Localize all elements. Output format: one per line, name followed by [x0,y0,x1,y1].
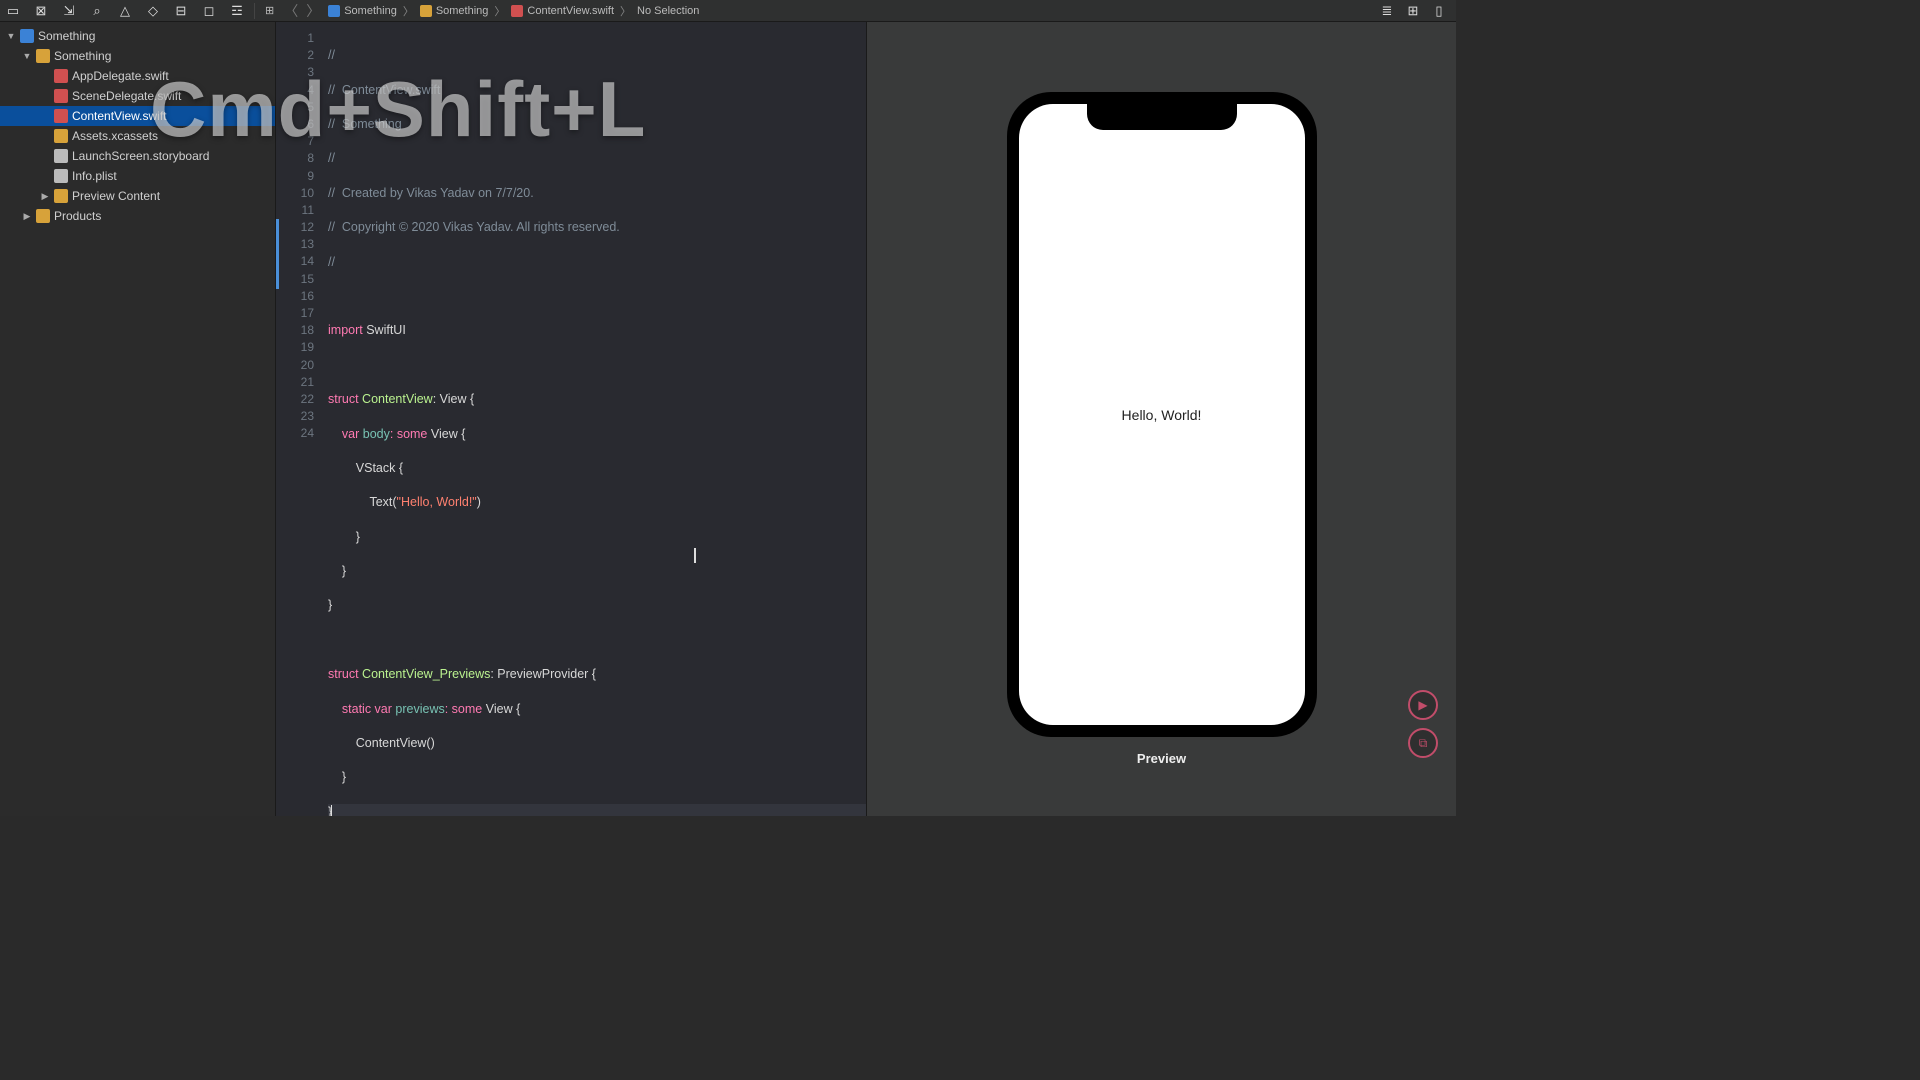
folder-icon [420,5,432,17]
nav-icon-2[interactable]: ⊠ [34,4,48,18]
storyboard-icon [54,149,68,163]
code-editor[interactable]: 123456789101112131415161718192021222324 … [276,22,866,816]
inspectors-toggle-icon[interactable]: ▯ [1432,4,1446,18]
sidebar-file[interactable]: LaunchScreen.storyboard [0,146,275,166]
device-frame: Hello, World! [1007,92,1317,737]
navigator-selector: ▭ ⊠ ⇲ ⌕ △ ◇ ⊟ ◻ ☲ [4,4,250,18]
swift-file-icon [54,109,68,123]
folder-icon [36,209,50,223]
nav-icon-3[interactable]: ⇲ [62,4,76,18]
breadcrumb-project[interactable]: Something [328,5,397,17]
duplicate-preview-button[interactable]: ⧉ [1408,728,1438,758]
project-root[interactable]: ▼ Something [0,26,275,46]
issues-icon[interactable]: △ [118,4,132,18]
sidebar-item-label: ContentView.swift [72,109,167,123]
breadcrumb-seg-0: Something [344,5,397,17]
sidebar-item-label: Assets.xcassets [72,129,158,143]
reports-icon[interactable]: ☲ [230,4,244,18]
preview-label: Preview [1137,751,1186,766]
project-icon [20,29,34,43]
preview-canvas[interactable]: Hello, World! Preview ▶ ⧉ [866,22,1456,816]
breadcrumb-seg-2: ContentView.swift [527,5,614,17]
sidebar-file[interactable]: Assets.xcassets [0,126,275,146]
related-items-icon[interactable]: ⊞ [259,4,280,17]
sidebar-folder[interactable]: ▶ Preview Content [0,186,275,206]
preview-text: Hello, World! [1122,407,1202,423]
breadcrumb: Something 〉 Something 〉 ContentView.swif… [324,3,699,19]
disclosure-triangle-icon[interactable]: ▼ [6,31,16,41]
sidebar-file[interactable]: SceneDelegate.swift [0,86,275,106]
sidebar-file[interactable]: AppDelegate.swift [0,66,275,86]
sidebar-file-selected[interactable]: ContentView.swift [0,106,275,126]
code-area[interactable]: // // ContentView.swift // Something // … [322,22,866,816]
project-icon [328,5,340,17]
assets-icon [54,129,68,143]
sidebar-item-label: LaunchScreen.storyboard [72,149,209,163]
live-preview-button[interactable]: ▶ [1408,690,1438,720]
device-screen: Hello, World! [1019,104,1305,725]
swift-file-icon [54,89,68,103]
breadcrumb-folder[interactable]: Something [420,5,489,17]
breadcrumb-file[interactable]: ContentView.swift [511,5,614,17]
jump-bar: ▭ ⊠ ⇲ ⌕ △ ◇ ⊟ ◻ ☲ ⊞ 〈 〉 Something 〉 Some… [0,0,1456,22]
canvas-toggle-icon[interactable]: ⊞ [1406,4,1420,18]
sidebar-folder[interactable]: ▶ Products [0,206,275,226]
swift-file-icon [511,5,523,17]
project-navigator[interactable]: ▼ Something ▼ Something AppDelegate.swif… [0,22,276,816]
sidebar-item-label: Preview Content [72,189,160,203]
forward-button[interactable]: 〉 [302,1,324,21]
sidebar-root-label: Something [38,29,95,43]
device-notch [1087,104,1237,130]
sidebar-item-label: Info.plist [72,169,117,183]
editor-caret [694,548,696,563]
swift-file-icon [54,69,68,83]
debug-icon[interactable]: ⊟ [174,4,188,18]
sidebar-item-label: AppDelegate.swift [72,69,169,83]
breadcrumb-seg-3: No Selection [637,5,699,17]
sidebar-item-label: Something [54,49,111,63]
editor-options: ≣ ⊞ ▯ [1374,4,1452,18]
search-icon[interactable]: ⌕ [90,4,104,18]
breadcrumb-selection[interactable]: No Selection [637,5,699,17]
tests-icon[interactable]: ◇ [146,4,160,18]
chevron-right-icon: 〉 [620,3,631,19]
plist-icon [54,169,68,183]
chevron-right-icon: 〉 [494,3,505,19]
disclosure-triangle-icon[interactable]: ▶ [40,191,50,202]
separator [254,3,255,19]
folder-icon [36,49,50,63]
sidebar-folder[interactable]: ▼ Something [0,46,275,66]
folder-icon [54,189,68,203]
editor-layout-icon[interactable]: ≣ [1380,4,1394,18]
chevron-right-icon: 〉 [403,3,414,19]
xcode-window: ▭ ⊠ ⇲ ⌕ △ ◇ ⊟ ◻ ☲ ⊞ 〈 〉 Something 〉 Some… [0,0,1456,816]
change-bar [276,219,279,289]
breadcrumb-seg-1: Something [436,5,489,17]
text-cursor [331,805,332,816]
sidebar-file[interactable]: Info.plist [0,166,275,186]
breakpoints-icon[interactable]: ◻ [202,4,216,18]
back-button[interactable]: 〈 [280,1,302,21]
disclosure-triangle-icon[interactable]: ▶ [22,211,32,222]
sidebar-item-label: SceneDelegate.swift [72,89,181,103]
sidebar-item-label: Products [54,209,101,223]
nav-icon-1[interactable]: ▭ [6,4,20,18]
line-gutter: 123456789101112131415161718192021222324 [276,22,322,816]
disclosure-triangle-icon[interactable]: ▼ [22,51,32,61]
